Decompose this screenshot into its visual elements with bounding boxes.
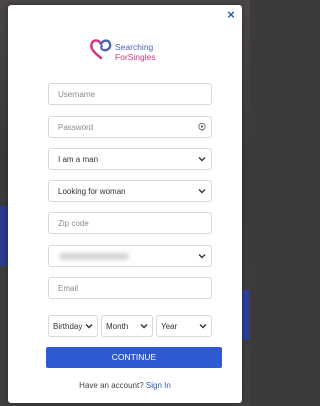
chevron-down-icon (85, 324, 93, 329)
username-field[interactable]: Username (48, 83, 212, 105)
chevron-down-icon (198, 254, 206, 259)
heart-logo-icon (90, 39, 112, 60)
email-placeholder: Email (58, 284, 79, 293)
chevron-down-icon (140, 324, 148, 329)
chevron-down-icon (198, 157, 206, 162)
backdrop-decoration (0, 206, 8, 266)
email-field[interactable]: Email (48, 277, 212, 299)
zip-code-field[interactable]: Zip code (48, 212, 212, 234)
chevron-down-icon (198, 189, 206, 194)
birthday-day-value: Birthday (53, 322, 83, 331)
signin-prompt-text: Have an account? (79, 381, 144, 390)
eye-icon[interactable] (197, 122, 207, 132)
birthday-month-value: Month (106, 322, 129, 331)
zip-code-placeholder: Zip code (58, 219, 89, 228)
signin-prompt: Have an account? Sign In (8, 381, 242, 390)
birthday-day-select[interactable]: Birthday (48, 315, 98, 337)
password-placeholder: Password (58, 123, 94, 132)
brand-name-line1: Searching (115, 42, 154, 52)
username-placeholder: Username (58, 90, 95, 99)
birthday-month-select[interactable]: Month (101, 315, 153, 337)
redacted-location (59, 253, 129, 260)
password-field[interactable]: Password (48, 116, 212, 138)
close-icon[interactable]: × (224, 8, 238, 22)
chevron-down-icon (199, 324, 207, 329)
continue-button[interactable]: CONTINUE (46, 347, 222, 368)
gender-select[interactable]: I am a man (48, 148, 212, 170)
birthday-year-select[interactable]: Year (156, 315, 212, 337)
backdrop-decoration (242, 290, 250, 340)
birthday-year-value: Year (161, 322, 178, 331)
seeking-value: Looking for woman (58, 187, 126, 196)
brand-name-line2: ForSingles (115, 52, 156, 62)
brand-name: Searching ForSingles (115, 42, 156, 62)
brand-logo: Searching ForSingles (88, 35, 188, 71)
gender-value: I am a man (58, 155, 99, 164)
signup-modal: × Searching ForSingles Username Password… (8, 5, 242, 403)
signin-link[interactable]: Sign In (146, 381, 171, 390)
seeking-select[interactable]: Looking for woman (48, 180, 212, 202)
location-select[interactable] (48, 245, 212, 267)
